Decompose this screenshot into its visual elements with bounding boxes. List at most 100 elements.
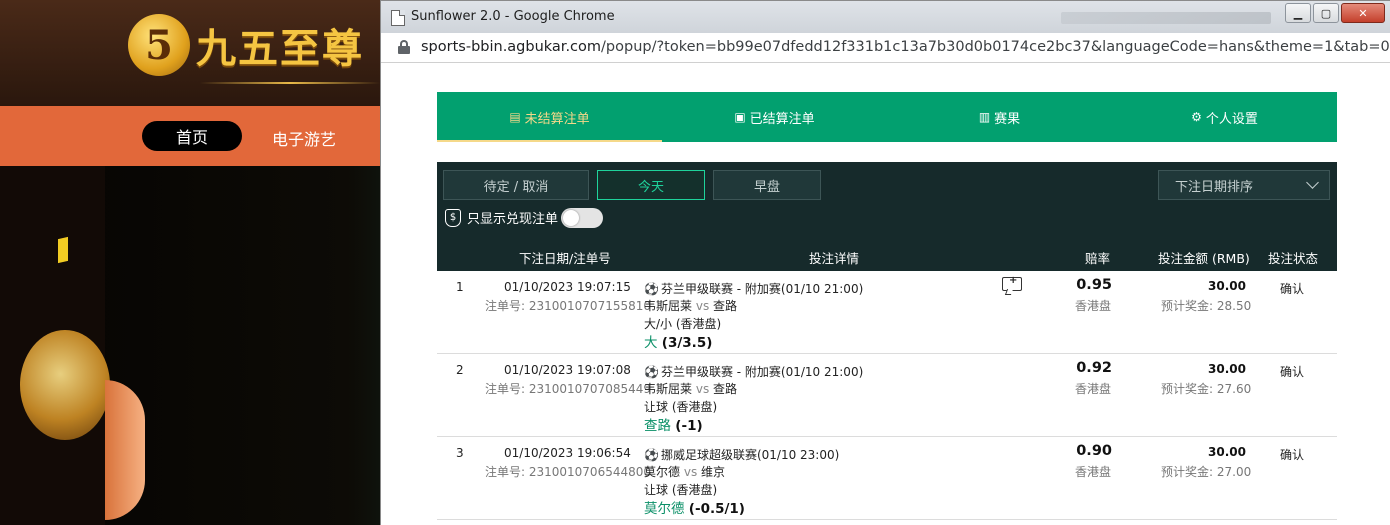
bet-odds: 0.95	[1076, 277, 1112, 293]
filter-pending-button[interactable]: 待定 / 取消	[443, 170, 589, 200]
vs-label: vs	[695, 299, 710, 313]
page-favicon-icon	[391, 10, 405, 26]
bet-rows: 1 01/10/2023 19:07:15 注单号: 2310010707155…	[437, 271, 1337, 520]
url-path: /popup/?token=bb99e07dfedd12f331b1c13a7b…	[601, 39, 1390, 55]
league-line: ⚽ 芬兰甲级联赛 - 附加赛(01/10 21:00)	[644, 363, 863, 380]
header-amount: 投注金额 (RMB)	[1158, 251, 1250, 266]
nav-home-button[interactable]: 首页	[142, 121, 242, 151]
filter-bar: 待定 / 取消 今天 早盘 下注日期排序 $ 只显示兑现注单	[437, 162, 1337, 239]
blurred-titlebar-region	[1061, 12, 1271, 24]
tab-unsettled-bets[interactable]: ▤ 未结算注单	[437, 92, 662, 142]
away-team: 查路	[713, 382, 738, 396]
main-tabs: ▤ 未结算注单 ▣ 已结算注单 ▥ 赛果 ⚙ 个人设置	[437, 92, 1337, 142]
maximize-button[interactable]: ▢	[1313, 3, 1339, 23]
match-teams: 莫尔德 vs 维京	[644, 463, 725, 480]
soccer-ball-icon: ⚽	[644, 448, 659, 462]
odds-type: 香港盘	[1075, 382, 1112, 396]
page-viewport: ▤ 未结算注单 ▣ 已结算注单 ▥ 赛果 ⚙ 个人设置 待定 / 取消 今天 早…	[381, 63, 1390, 525]
tab-label: 未结算注单	[524, 111, 590, 127]
url-text[interactable]: sports-bbin.agbukar.com/popup/?token=bb9…	[421, 39, 1390, 55]
bg-logo[interactable]: 5 九五至尊	[128, 14, 364, 76]
logo-underline	[200, 82, 380, 84]
row-number: 3	[456, 446, 464, 460]
soccer-ball-icon: ⚽	[644, 365, 659, 379]
message-icon[interactable]: +	[1002, 275, 1022, 291]
tab-label: 个人设置	[1205, 111, 1258, 127]
bet-pick: 莫尔德 (-0.5/1)	[644, 497, 745, 517]
estimated-win: 预计奖金: 27.00	[1161, 465, 1252, 479]
table-row: 3 01/10/2023 19:06:54 注单号: 2310010706544…	[437, 437, 1337, 520]
bet-pick: 查路 (-1)	[644, 414, 703, 434]
bet-datetime: 01/10/2023 19:07:15	[504, 280, 631, 294]
bet-selection: 莫尔德	[644, 501, 685, 517]
header-status: 投注状态	[1268, 251, 1319, 266]
list-icon: ▤	[509, 110, 521, 124]
window-titlebar[interactable]: Sunflower 2.0 - Google Chrome ▁ ▢ ✕	[381, 1, 1390, 33]
tab-settled-bets[interactable]: ▣ 已结算注单	[662, 92, 887, 142]
table-header: 下注日期/注单号 投注详情 赔率 投注金额 (RMB) 投注状态	[437, 239, 1337, 271]
nav-games-link[interactable]: 电子游艺	[272, 126, 336, 150]
bet-odds: 0.92	[1076, 360, 1112, 376]
settled-icon: ▣	[734, 110, 746, 124]
bet-status: 确认	[1280, 365, 1305, 379]
window-title: Sunflower 2.0 - Google Chrome	[411, 9, 615, 24]
url-host: sports-bbin.agbukar.com	[421, 39, 602, 55]
bet-selection: 大	[644, 335, 658, 351]
cashout-toggle[interactable]	[561, 208, 603, 228]
bet-odds: 0.90	[1076, 443, 1112, 459]
away-team: 查路	[713, 299, 738, 313]
bet-amount: 30.00	[1208, 279, 1246, 293]
chrome-popup-window: Sunflower 2.0 - Google Chrome ▁ ▢ ✕ spor…	[380, 0, 1390, 525]
league-name: 芬兰甲级联赛 - 附加赛(01/10 21:00)	[660, 365, 864, 379]
lock-icon[interactable]	[398, 40, 410, 54]
estimated-win: 预计奖金: 27.60	[1161, 382, 1252, 396]
table-row: 1 01/10/2023 19:07:15 注单号: 2310010707155…	[437, 271, 1337, 354]
header-odds: 赔率	[1085, 251, 1111, 266]
gear-icon: ⚙	[1191, 110, 1202, 124]
header-detail: 投注详情	[809, 251, 860, 266]
league-line: ⚽ 挪威足球超级联赛(01/10 23:00)	[644, 446, 839, 463]
tab-label: 赛果	[994, 111, 1021, 127]
filter-today-button[interactable]: 今天	[597, 170, 705, 200]
tab-label: 已结算注单	[749, 111, 815, 127]
bet-line: (-1)	[675, 418, 703, 434]
home-team: 韦斯屈莱	[644, 382, 693, 396]
close-button[interactable]: ✕	[1341, 3, 1385, 23]
league-name: 挪威足球超级联赛(01/10 23:00)	[660, 448, 840, 462]
cashout-filter: $ 只显示兑现注单	[445, 208, 558, 227]
header-date[interactable]: 下注日期/注单号	[519, 248, 611, 267]
bet-amount: 30.00	[1208, 362, 1246, 376]
coin-decoration	[58, 236, 68, 264]
estimated-win: 预计奖金: 28.50	[1161, 299, 1252, 313]
bet-datetime: 01/10/2023 19:07:08	[504, 363, 631, 377]
tab-results[interactable]: ▥ 赛果	[887, 92, 1112, 142]
bet-status: 确认	[1280, 448, 1305, 462]
scoreboard-icon: ▥	[978, 110, 991, 124]
row-number: 1	[456, 280, 464, 294]
bet-amount: 30.00	[1208, 445, 1246, 459]
orange-ring-decoration	[105, 380, 145, 520]
odds-type: 香港盘	[1075, 465, 1112, 479]
tab-settings[interactable]: ⚙ 个人设置	[1112, 92, 1337, 142]
money-bag-icon: $	[445, 208, 461, 227]
cashout-label: 只显示兑现注单	[467, 212, 559, 227]
bet-market: 让球 (香港盘)	[644, 483, 718, 497]
soccer-ball-icon: ⚽	[644, 282, 659, 296]
league-name: 芬兰甲级联赛 - 附加赛(01/10 21:00)	[660, 282, 864, 296]
bet-market: 让球 (香港盘)	[644, 400, 718, 414]
bet-market: 大/小 (香港盘)	[644, 317, 722, 331]
gold-orb-decoration	[20, 330, 110, 440]
away-team: 维京	[701, 465, 726, 479]
bet-datetime: 01/10/2023 19:06:54	[504, 446, 631, 460]
logo-text: 九五至尊	[196, 25, 364, 72]
minimize-button[interactable]: ▁	[1285, 3, 1311, 23]
home-team: 韦斯屈莱	[644, 299, 693, 313]
filter-early-button[interactable]: 早盘	[713, 170, 821, 200]
league-line: ⚽ 芬兰甲级联赛 - 附加赛(01/10 21:00)	[644, 280, 863, 297]
address-bar[interactable]: sports-bbin.agbukar.com/popup/?token=bb9…	[381, 33, 1390, 63]
table-row: 2 01/10/2023 19:07:08 注单号: 2310010707085…	[437, 354, 1337, 437]
odds-type: 香港盘	[1075, 299, 1112, 313]
sort-select[interactable]: 下注日期排序	[1158, 170, 1330, 200]
row-number: 2	[456, 363, 464, 377]
bet-line: (3/3.5)	[661, 335, 713, 351]
